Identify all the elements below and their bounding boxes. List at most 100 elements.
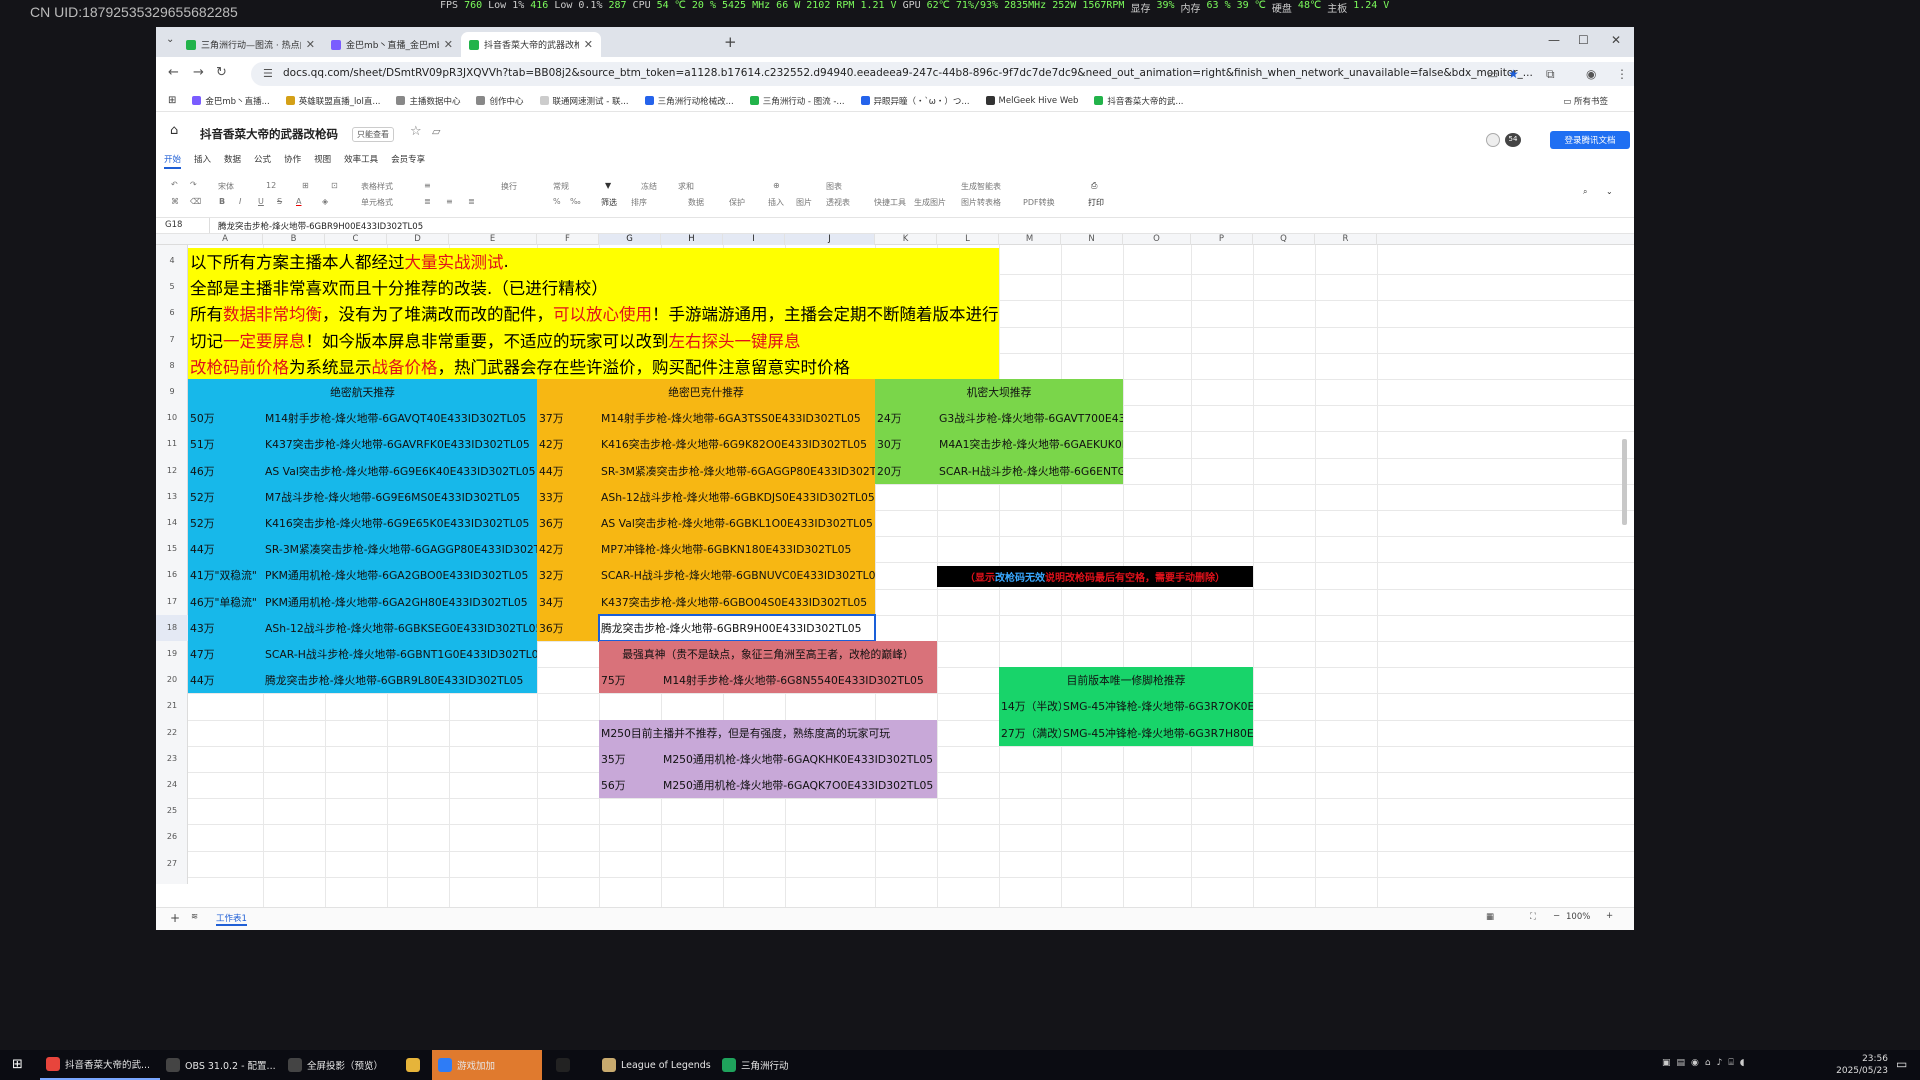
gun-code-cell[interactable]: SCAR-H战斗步枪-烽火地带-6GBNUVC0E433ID302TL05 [599,562,875,589]
row-header[interactable]: 8 [156,353,188,379]
gun-code-cell[interactable]: SMG-45冲锋枪-烽火地带-6G3R7OK0E433ID302TL05 [1061,693,1253,720]
bold-icon[interactable]: B [219,197,225,206]
row-header[interactable]: 18 [156,614,188,641]
login-button[interactable]: 登录腾讯文档 [1550,131,1630,149]
sheet-tab[interactable]: 工作表1 [216,912,247,926]
row-header[interactable]: 20 [156,667,188,693]
row-header[interactable]: 26 [156,824,188,850]
strikethrough-icon[interactable]: S [277,197,282,206]
table-style-button[interactable]: 表格样式 [361,181,393,192]
row-header[interactable]: 24 [156,772,188,798]
banner-line[interactable]: 以下所有方案主播本人都经过 大量实战测试. [188,248,999,275]
bookmark-item[interactable]: 金巴mb丶直播... [192,95,270,107]
zoom-out-icon[interactable]: − [1553,911,1560,921]
column-header[interactable]: E [449,234,537,245]
border-icon[interactable]: ⊞ [302,181,309,190]
gun-code-cell[interactable]: SCAR-H战斗步枪-烽火地带-6G6ENTG0E433ID302TL05 [937,457,1123,484]
save-page-icon[interactable]: ▭ [1487,67,1498,81]
row-header[interactable]: 14 [156,510,188,536]
network-icon[interactable]: ⌸ [1728,1058,1733,1068]
home-icon[interactable]: ⌂ [170,123,178,138]
menu-tab[interactable]: 协作 [284,153,301,169]
price-cell[interactable]: 56万 [599,772,661,799]
gun-code-cell[interactable]: SR-3M紧凑突击步枪-烽火地带-6GAGGP80E433ID302TL05 [263,536,537,563]
volume-icon[interactable]: ◖ [1740,1058,1745,1068]
align-icon[interactable]: ≡ [424,181,431,190]
column-header[interactable]: I [723,234,785,245]
tab-close-icon[interactable]: ✕ [306,38,315,51]
bookmark-item[interactable]: 英雄联盟直播_lol直... [285,95,380,107]
gun-code-cell[interactable]: SMG-45冲锋枪-烽火地带-6G3R7H80E433ID302TL05 [1061,719,1253,746]
data-button[interactable]: 数据 [688,197,704,208]
italic-icon[interactable]: I [239,197,241,206]
tray-icon[interactable]: ♪ [1717,1058,1723,1068]
price-cell[interactable]: 36万 [537,510,599,537]
gun-code-cell[interactable]: AS Val突击步枪-烽火地带-6GBKL1O0E433ID302TL05 [599,510,875,537]
reload-icon[interactable]: ↻ [216,65,227,80]
taskbar-app[interactable]: 三角洲行动 [716,1050,826,1080]
section-header-bakeshi[interactable]: 绝密巴克什推荐 [537,379,875,406]
start-icon[interactable]: ⊞ [12,1057,23,1072]
price-cell[interactable]: 43万 [188,614,263,641]
row-header[interactable]: 25 [156,798,188,824]
gun-code-cell[interactable]: PKM通用机枪-烽火地带-6GA2GH80E433ID302TL05 [263,588,537,615]
add-sheet-icon[interactable]: + [170,911,180,925]
menu-tab[interactable]: 数据 [224,153,241,169]
column-header[interactable]: R [1315,234,1377,245]
profile-icon[interactable]: ◉ [1586,67,1596,81]
view-icon[interactable]: ▦ [1486,912,1494,922]
price-cell[interactable]: 42万 [537,536,599,563]
bookmark-item[interactable]: 联通网速测试 - 联... [539,95,629,107]
price-cell[interactable]: 75万 [599,667,661,694]
gun-code-cell[interactable]: M14射手步枪-烽火地带-6G8N5540E433ID302TL05 [661,667,937,694]
menu-tab[interactable]: 会员专享 [391,153,425,169]
cell-reference[interactable]: G18 [165,220,182,230]
row-header[interactable]: 23 [156,746,188,772]
row-header[interactable]: 15 [156,536,188,562]
price-cell[interactable]: 52万 [188,483,263,510]
cell-format-button[interactable]: 单元格式 [361,197,393,208]
number-format-select[interactable]: 常规 [553,181,569,192]
browser-tab[interactable]: 三角洲行动—图流 · 热点内容... ✕ [178,32,323,57]
bookmark-item[interactable]: 主播数据中心 [396,95,460,107]
gun-code-cell[interactable]: MP7冲锋枪-烽火地带-6GBKN180E433ID302TL05 [599,536,875,563]
browser-menu-icon[interactable]: ⋮ [1616,67,1628,81]
menu-tab[interactable]: 开始 [164,153,182,169]
zoom-level[interactable]: 100% [1566,912,1590,922]
menu-tab[interactable]: 插入 [194,153,211,169]
minimize-icon[interactable]: — [1548,33,1560,47]
column-header[interactable]: H [661,234,723,245]
price-cell[interactable]: 46万"单稳流" [188,588,263,615]
formula-input[interactable]: 腾龙突击步枪-烽火地带-6GBR9H00E433ID302TL05 [218,220,423,232]
note-banner[interactable]: （显示 改枪码无效 说明改枪码最后有空格，需要手动删除） [937,566,1253,587]
tray-icon[interactable]: ⌂ [1705,1058,1711,1068]
fill-color-icon[interactable]: ◈ [322,197,328,206]
taskbar-app[interactable]: League of Legends [596,1050,712,1080]
gun-code-cell[interactable]: G3战斗步枪-烽火地带-6GAVT700E433ID302TL05 [937,405,1123,432]
taskbar-app[interactable]: 抖音香菜大帝的武... [40,1050,160,1080]
pdf-convert-button[interactable]: PDF转换 [1023,197,1055,208]
column-header[interactable]: N [1061,234,1123,245]
browser-tab[interactable]: 抖音香菜大帝的武器改枪码 ✕ [461,32,601,57]
tab-close-icon[interactable]: ✕ [444,38,453,51]
price-cell[interactable]: 37万 [537,405,599,432]
apps-grid-icon[interactable]: ⊞ [168,95,176,106]
column-header[interactable]: M [999,234,1061,245]
row-header[interactable]: 9 [156,379,188,405]
gun-code-cell[interactable]: K437突击步枪-烽火地带-6GAVRFK0E433ID302TL05 [263,431,537,458]
site-info-icon[interactable]: ☰ [263,67,273,80]
gun-code-cell[interactable]: 腾龙突击步枪-烽火地带-6GBR9L80E433ID302TL05 [263,667,537,694]
view-mode-badge[interactable]: 只能查看 [352,127,394,142]
smart-table-button[interactable]: 生成智能表 [961,181,1001,192]
taskbar-app[interactable] [550,1050,580,1080]
gun-code-cell[interactable]: ASh-12战斗步枪-烽火地带-6GBKSEG0E433ID302TL05 [263,614,537,641]
section-header-jimi[interactable]: 机密大坝推荐 [875,379,1123,406]
bookmark-item[interactable]: 三角洲行动枪械改... [644,95,734,107]
spreadsheet-grid[interactable]: 以下所有方案主播本人都经过 大量实战测试. 全部是主播非常喜欢而且十分推荐的改装.（… [156,234,1634,929]
price-cell[interactable]: 30万 [875,431,937,458]
price-cell[interactable]: 44万 [537,457,599,484]
row-header[interactable]: 10 [156,405,188,431]
section-header-strongest[interactable]: 最强真神（贵不是缺点，象征三角洲至高王者，改枪的巅峰） [599,641,937,668]
row-header[interactable]: 21 [156,693,188,719]
taskbar-app[interactable]: 游戏加加 [432,1050,542,1080]
